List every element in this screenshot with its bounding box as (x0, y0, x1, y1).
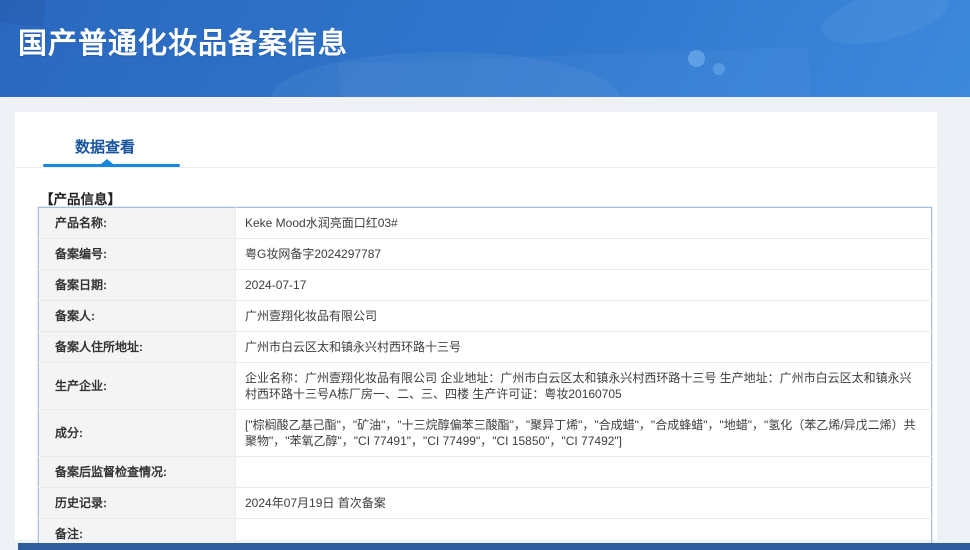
table-row-manufacturer: 生产企业: 企业名称：广州壹翔化妆品有限公司 企业地址：广州市白云区太和镇永兴村… (39, 363, 932, 410)
row-label: 产品名称: (39, 208, 236, 239)
table-row-product-name: 产品名称: Keke Mood水润亮面口红03# (39, 208, 932, 239)
row-value: ["棕榈酸乙基己酯"，"矿油"，"十三烷醇偏苯三酸酯"，"聚异丁烯"，"合成蜡"… (236, 410, 932, 457)
table-row-history: 历史记录: 2024年07月19日 首次备案 (39, 488, 932, 519)
row-value: 2024年07月19日 首次备案 (236, 488, 932, 519)
table-row-ingredients: 成分: ["棕榈酸乙基己酯"，"矿油"，"十三烷醇偏苯三酸酯"，"聚异丁烯"，"… (39, 410, 932, 457)
row-value: 2024-07-17 (236, 270, 932, 301)
row-label: 历史记录: (39, 488, 236, 519)
table-row-filing-number: 备案编号: 粤G妆网备字2024297787 (39, 239, 932, 270)
footer-bar (18, 543, 970, 550)
decorative-blob (816, 0, 954, 55)
row-label: 备案日期: (39, 270, 236, 301)
table-row-filing-date: 备案日期: 2024-07-17 (39, 270, 932, 301)
row-value: Keke Mood水润亮面口红03# (236, 208, 932, 239)
tab-bar: 数据查看 (15, 112, 937, 168)
row-label: 备案后监督检查情况: (39, 457, 236, 488)
row-value: 广州壹翔化妆品有限公司 (236, 301, 932, 332)
table-row-filer: 备案人: 广州壹翔化妆品有限公司 (39, 301, 932, 332)
decorative-circle (713, 63, 725, 75)
content-card: 数据查看 【产品信息】 产品名称: Keke Mood水润亮面口红03# 备案编… (15, 112, 937, 540)
row-label: 备案人: (39, 301, 236, 332)
row-label: 成分: (39, 410, 236, 457)
table-row-post-filing-inspection: 备案后监督检查情况: (39, 457, 932, 488)
row-value: 企业名称：广州壹翔化妆品有限公司 企业地址：广州市白云区太和镇永兴村西环路十三号… (236, 363, 932, 410)
row-value: 广州市白云区太和镇永兴村西环路十三号 (236, 332, 932, 363)
row-label: 生产企业: (39, 363, 236, 410)
table-row-filer-address: 备案人住所地址: 广州市白云区太和镇永兴村西环路十三号 (39, 332, 932, 363)
row-label: 备案编号: (39, 239, 236, 270)
page-title: 国产普通化妆品备案信息 (18, 20, 348, 62)
tab-active-indicator (43, 164, 180, 167)
page-header: 国产普通化妆品备案信息 (0, 0, 970, 97)
product-info-section-title: 【产品信息】 (40, 188, 121, 208)
decorative-circle (688, 50, 705, 67)
row-value (236, 457, 932, 488)
row-label: 备案人住所地址: (39, 332, 236, 363)
row-value: 粤G妆网备字2024297787 (236, 239, 932, 270)
product-info-table: 产品名称: Keke Mood水润亮面口红03# 备案编号: 粤G妆网备字202… (38, 207, 932, 550)
tab-data-view[interactable]: 数据查看 (75, 136, 135, 157)
